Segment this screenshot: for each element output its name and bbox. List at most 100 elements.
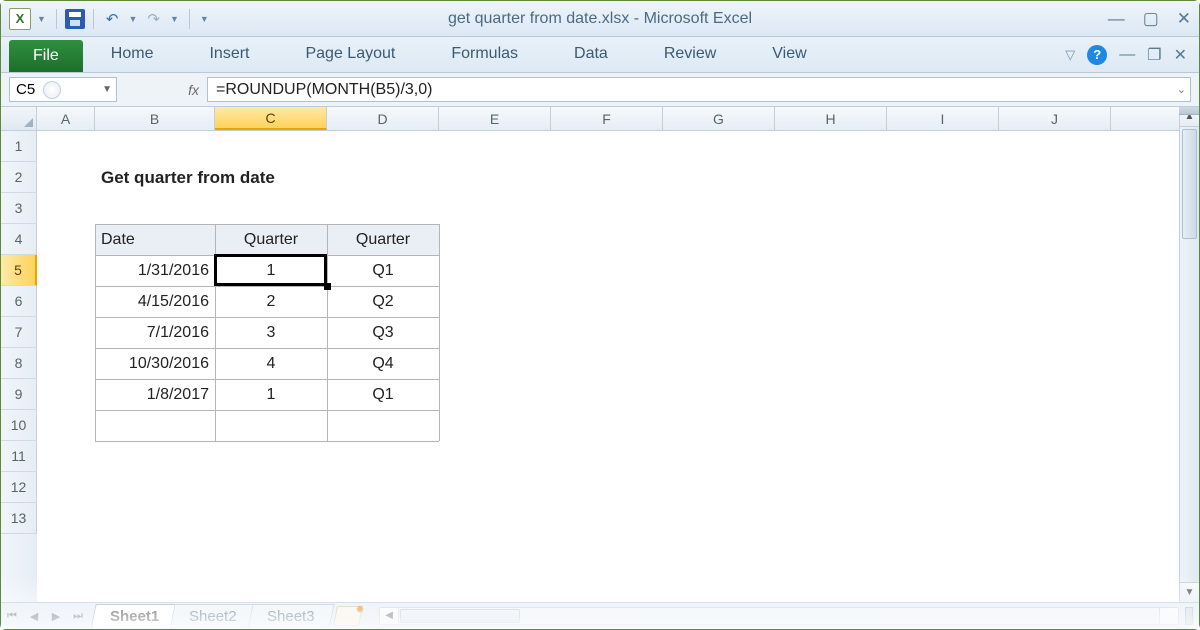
tab-insert[interactable]: Insert	[181, 37, 277, 72]
workbook-minimize-icon[interactable]: ―	[1119, 46, 1135, 64]
cell-quarter-text-9[interactable]: Q1	[327, 379, 439, 410]
fx-icon[interactable]: fx	[188, 82, 199, 98]
spreadsheet-grid: ABCDEFGHIJ 12345678910111213 Get quarter…	[1, 107, 1199, 602]
redo-dropdown-icon[interactable]: ▼	[168, 14, 181, 24]
cell-quarter-7[interactable]: 3	[215, 317, 327, 348]
column-header-C[interactable]: C	[215, 107, 327, 130]
row-header-8[interactable]: 8	[1, 348, 37, 379]
tab-nav-prev-icon[interactable]: ◀	[23, 605, 45, 627]
row-header-9[interactable]: 9	[1, 379, 37, 410]
save-icon[interactable]	[65, 9, 85, 29]
table-header-quarter[interactable]: Quarter	[327, 224, 439, 255]
cell-quarter-text-8[interactable]: Q4	[327, 348, 439, 379]
redo-icon[interactable]: ↷	[143, 10, 164, 28]
scroll-down-icon[interactable]: ▼	[1180, 582, 1199, 602]
sheet-tab-sheet3[interactable]: Sheet3	[247, 604, 334, 629]
row-header-1[interactable]: 1	[1, 131, 37, 162]
row-header-7[interactable]: 7	[1, 317, 37, 348]
tab-formulas[interactable]: Formulas	[423, 37, 546, 72]
new-sheet-icon[interactable]	[333, 606, 363, 626]
tab-home[interactable]: Home	[83, 37, 182, 72]
ribbon-minimize-icon[interactable]: ▽	[1065, 47, 1075, 63]
scroll-thumb[interactable]	[1182, 131, 1197, 239]
row-header-5[interactable]: 5	[1, 255, 37, 286]
column-header-E[interactable]: E	[439, 107, 551, 130]
cell-date-6[interactable]: 4/15/2016	[95, 286, 215, 317]
formula-expand-icon[interactable]: ⌄	[1177, 83, 1186, 96]
name-box-dropdown-icon[interactable]: ▼	[102, 84, 112, 95]
formula-input[interactable]: =ROUNDUP(MONTH(B5)/3,0) ⌄	[207, 77, 1191, 102]
minimize-icon[interactable]: ―	[1108, 9, 1125, 29]
fill-handle[interactable]	[324, 283, 331, 290]
column-header-H[interactable]: H	[775, 107, 887, 130]
table-header-quarter[interactable]: Quarter	[215, 224, 327, 255]
row-header-13[interactable]: 13	[1, 503, 37, 534]
column-header-B[interactable]: B	[95, 107, 215, 130]
sheet-tab-label: Sheet3	[267, 608, 315, 625]
quick-access-toolbar: X ▼ ↶▼ ↷▼ ▼	[9, 8, 211, 30]
row-header-6[interactable]: 6	[1, 286, 37, 317]
column-header-D[interactable]: D	[327, 107, 439, 130]
column-header-G[interactable]: G	[663, 107, 775, 130]
vertical-scrollbar[interactable]: ▲ ▼	[1179, 131, 1199, 602]
cell-quarter-text-7[interactable]: Q3	[327, 317, 439, 348]
workbook-close-icon[interactable]: ✕	[1174, 45, 1187, 65]
table-header-date[interactable]: Date	[95, 224, 215, 255]
row-header-11[interactable]: 11	[1, 441, 37, 472]
row-header-12[interactable]: 12	[1, 472, 37, 503]
qat-customize-icon[interactable]: ▼	[198, 14, 211, 24]
cell-quarter-text-5[interactable]: Q1	[327, 255, 439, 286]
worksheet-title[interactable]: Get quarter from date	[95, 162, 495, 193]
cell-date-5[interactable]: 1/31/2016	[95, 255, 215, 286]
tab-nav-last-icon[interactable]: ⏭	[67, 605, 89, 627]
cell-date-7[interactable]: 7/1/2016	[95, 317, 215, 348]
hscroll-thumb[interactable]	[400, 609, 520, 623]
workbook-restore-icon[interactable]: ❐	[1147, 45, 1161, 65]
undo-icon[interactable]: ↶	[102, 10, 123, 28]
undo-dropdown-icon[interactable]: ▼	[127, 14, 140, 24]
select-all-corner[interactable]	[1, 107, 37, 130]
cell-quarter-5[interactable]: 1	[215, 255, 327, 286]
cell-date-8[interactable]: 10/30/2016	[95, 348, 215, 379]
help-icon[interactable]: ?	[1087, 45, 1107, 65]
tab-data[interactable]: Data	[546, 37, 636, 72]
cell-quarter-text-6[interactable]: Q2	[327, 286, 439, 317]
sheet-tab-sheet1[interactable]: Sheet1	[90, 604, 179, 629]
column-header-F[interactable]: F	[551, 107, 663, 130]
tab-nav-first-icon[interactable]: ⏮	[1, 605, 23, 627]
cell-date-9[interactable]: 1/8/2017	[95, 379, 215, 410]
maximize-icon[interactable]: ▢	[1143, 9, 1159, 29]
cell-quarter-6[interactable]: 2	[215, 286, 327, 317]
name-box-button[interactable]	[43, 81, 61, 99]
scroll-right-icon[interactable]: ▶	[1165, 610, 1173, 621]
column-header-I[interactable]: I	[887, 107, 999, 130]
sheet-tab-sheet2[interactable]: Sheet2	[170, 604, 257, 629]
horizontal-scrollbar[interactable]: ◀ ▶	[379, 607, 1179, 625]
tab-page-layout[interactable]: Page Layout	[277, 37, 423, 72]
formula-text: =ROUNDUP(MONTH(B5)/3,0)	[216, 81, 432, 99]
name-box[interactable]: C5 ▼	[9, 77, 117, 102]
cells-area[interactable]: Get quarter from dateDateQuarterQuarter1…	[37, 131, 1199, 602]
close-icon[interactable]: ✕	[1177, 9, 1191, 29]
sheet-tab-bar: ⏮ ◀ ▶ ⏭ Sheet1 Sheet2 Sheet3 ◀ ▶	[1, 602, 1199, 629]
tab-view[interactable]: View	[744, 37, 834, 72]
tab-review[interactable]: Review	[636, 37, 744, 72]
cell-quarter-8[interactable]: 4	[215, 348, 327, 379]
scroll-left-icon[interactable]: ◀	[385, 610, 393, 621]
tab-nav-next-icon[interactable]: ▶	[45, 605, 67, 627]
excel-logo-icon: X	[9, 8, 31, 30]
row-header-3[interactable]: 3	[1, 193, 37, 224]
column-headers: ABCDEFGHIJ	[1, 107, 1199, 131]
row-header-2[interactable]: 2	[1, 162, 37, 193]
cell-quarter-9[interactable]: 1	[215, 379, 327, 410]
sheet-tab-label: Sheet1	[110, 608, 159, 625]
hsplit-handle-icon[interactable]	[1185, 607, 1193, 625]
qat-dropdown-icon[interactable]: ▼	[35, 14, 48, 24]
column-header-A[interactable]: A	[37, 107, 95, 130]
separator	[189, 9, 190, 29]
file-tab[interactable]: File	[9, 40, 83, 72]
column-header-J[interactable]: J	[999, 107, 1111, 130]
row-header-4[interactable]: 4	[1, 224, 37, 255]
name-box-value: C5	[16, 81, 35, 98]
row-header-10[interactable]: 10	[1, 410, 37, 441]
